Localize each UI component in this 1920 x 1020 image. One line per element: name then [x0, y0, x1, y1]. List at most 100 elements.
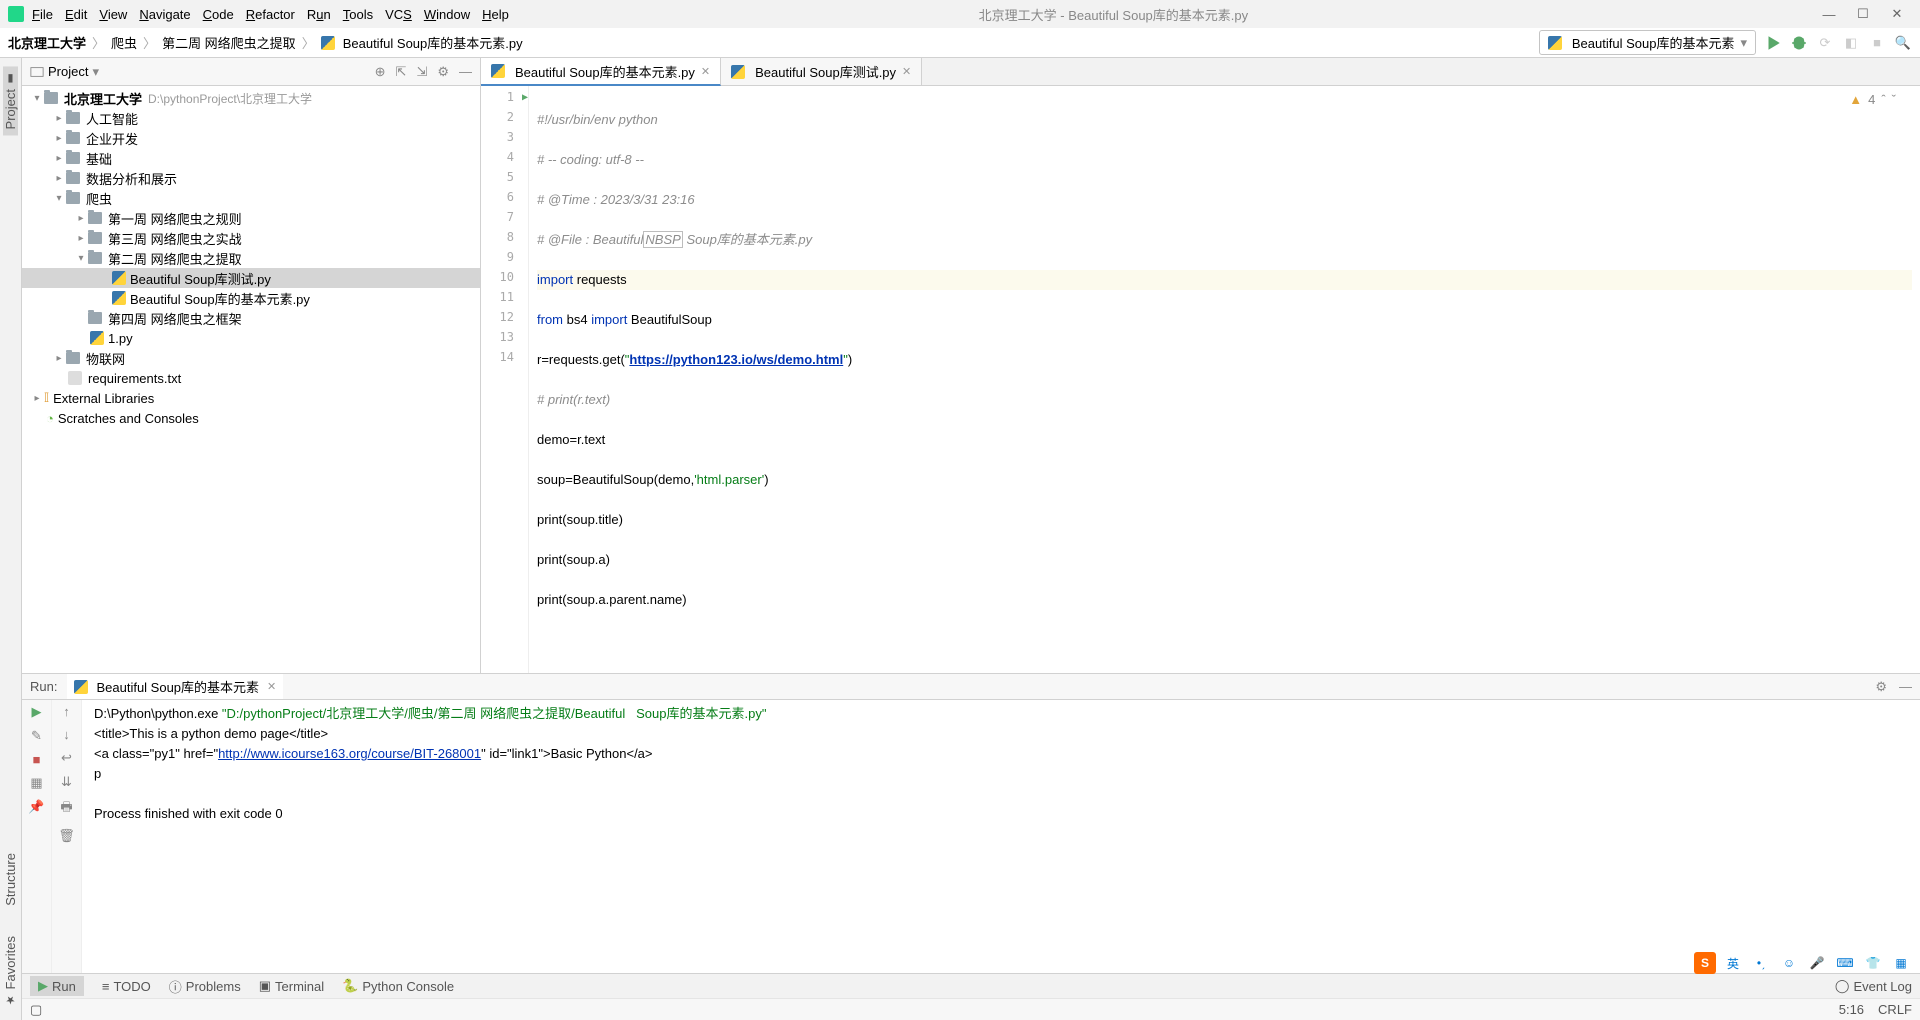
debug-button[interactable]	[1790, 34, 1808, 52]
tree-folder[interactable]: ▸企业开发	[22, 128, 480, 148]
tree-folder[interactable]: ▾爬虫	[22, 188, 480, 208]
ime-punct-icon[interactable]: •ˏ	[1750, 952, 1772, 974]
menu-run[interactable]: Run	[307, 7, 331, 22]
tree-external-libs[interactable]: ▸𝕀External Libraries	[22, 388, 480, 408]
breadcrumb-p2[interactable]: 爬虫	[111, 33, 137, 52]
ime-skin-icon[interactable]: 👕	[1862, 952, 1884, 974]
event-log-button[interactable]: ◯Event Log	[1835, 978, 1912, 994]
menu-window[interactable]: Window	[424, 7, 470, 22]
ime-keyboard-icon[interactable]: ⌨	[1834, 952, 1856, 974]
editor-body[interactable]: 1234567891011121314 #!/usr/bin/env pytho…	[481, 86, 1920, 673]
run-config-selector[interactable]: Beautiful Soup库的基本元素 ▾	[1539, 30, 1756, 55]
tree-root[interactable]: ▾北京理工大学D:\pythonProject\北京理工大学	[22, 88, 480, 108]
hide-icon[interactable]: —	[459, 64, 472, 80]
run-toolbar-2: ↑ ↓ ↩ ⇊ 🖶 🗑	[52, 700, 82, 973]
profile-button[interactable]: ◧	[1842, 34, 1860, 52]
gutter[interactable]: 1234567891011121314	[481, 86, 529, 673]
structure-tool-button[interactable]: Structure	[3, 847, 18, 912]
inspection-indicator[interactable]: ▲ 4 ˆ ˇ	[1849, 92, 1896, 107]
search-everywhere-button[interactable]: 🔍	[1894, 34, 1912, 52]
next-highlight-icon[interactable]: ˇ	[1892, 92, 1896, 107]
stop-button[interactable]: ■	[1868, 34, 1886, 52]
menu-file[interactable]: File	[32, 7, 53, 22]
tree-scratches[interactable]: ◔Scratches and Consoles	[22, 408, 480, 428]
breadcrumb-file[interactable]: Beautiful Soup库的基本元素.py	[343, 33, 523, 52]
ime-voice-icon[interactable]: 🎤	[1806, 952, 1828, 974]
tree-folder[interactable]: ▸第三周 网络爬虫之实战	[22, 228, 480, 248]
tree-folder[interactable]: ▸数据分析和展示	[22, 168, 480, 188]
todo-tool-button[interactable]: ≡TODO	[102, 979, 151, 994]
editor-tab[interactable]: Beautiful Soup库测试.py ✕	[721, 58, 922, 85]
close-tab-icon[interactable]: ✕	[902, 65, 911, 78]
rerun-icon[interactable]: ▶	[32, 704, 42, 720]
layout-icon[interactable]: ▦	[30, 775, 42, 791]
menu-refactor[interactable]: Refactor	[246, 7, 295, 22]
coverage-button[interactable]: ⟳	[1816, 34, 1834, 52]
favorites-tool-button[interactable]: ★ Favorites	[3, 930, 18, 1012]
tree-folder[interactable]: ▸基础	[22, 148, 480, 168]
stop-icon[interactable]: ■	[33, 752, 41, 767]
tab-label: Beautiful Soup库测试.py	[755, 62, 896, 81]
tree-file[interactable]: Beautiful Soup库的基本元素.py	[22, 288, 480, 308]
close-tab-icon[interactable]: ✕	[701, 65, 710, 78]
tree-file[interactable]: requirements.txt	[22, 368, 480, 388]
editor-tab-active[interactable]: Beautiful Soup库的基本元素.py✕	[481, 58, 721, 86]
tree-file[interactable]: Beautiful Soup库测试.py	[22, 268, 480, 288]
tree-folder[interactable]: ▾第二周 网络爬虫之提取	[22, 248, 480, 268]
run-tab[interactable]: Beautiful Soup库的基本元素✕	[67, 674, 283, 699]
line-separator[interactable]: CRLF	[1878, 1002, 1912, 1017]
project-panel-title[interactable]: Project	[48, 64, 88, 79]
tree-folder[interactable]: ▸人工智能	[22, 108, 480, 128]
chevron-right-icon: 〉	[90, 33, 107, 52]
collapse-all-icon[interactable]: ⇲	[416, 64, 427, 80]
project-tree[interactable]: ▾北京理工大学D:\pythonProject\北京理工大学 ▸人工智能 ▸企业…	[22, 86, 480, 673]
tree-file[interactable]: 1.py	[22, 328, 480, 348]
menu-help[interactable]: Help	[482, 7, 509, 22]
pin-icon[interactable]: 📌	[28, 799, 44, 815]
menu-view[interactable]: View	[99, 7, 127, 22]
settings-icon[interactable]: ⚙	[437, 64, 449, 80]
expand-all-icon[interactable]: ⇱	[396, 64, 407, 80]
breadcrumb-root[interactable]: 北京理工大学	[8, 33, 86, 52]
close-icon[interactable]: ✕	[1886, 3, 1908, 25]
menu-navigate[interactable]: Navigate	[139, 7, 190, 22]
scroll-end-icon[interactable]: ⇊	[61, 774, 72, 790]
minimize-icon[interactable]: —	[1818, 3, 1840, 25]
maximize-icon[interactable]: ☐	[1852, 3, 1874, 25]
tree-folder[interactable]: ▸第一周 网络爬虫之规则	[22, 208, 480, 228]
problems-tool-button[interactable]: ⓘProblems	[169, 977, 241, 996]
breadcrumb-p3[interactable]: 第二周 网络爬虫之提取	[162, 33, 296, 52]
menu-code[interactable]: Code	[203, 7, 234, 22]
tree-folder[interactable]: 第四周 网络爬虫之框架	[22, 308, 480, 328]
hide-icon[interactable]: —	[1899, 679, 1912, 695]
code-area[interactable]: #!/usr/bin/env python # -- coding: utf-8…	[529, 86, 1920, 673]
tree-folder[interactable]: ▸人工智能物联网	[22, 348, 480, 368]
console-link[interactable]: http://www.icourse163.org/course/BIT-268…	[218, 746, 481, 761]
console-output[interactable]: D:\Python\python.exe "D:/pythonProject/北…	[82, 700, 1920, 973]
run-button[interactable]	[1764, 34, 1782, 52]
terminal-tool-button[interactable]: ▣Terminal	[259, 978, 324, 994]
print-icon[interactable]: 🖶	[60, 798, 72, 820]
ime-lang-icon[interactable]: 英	[1722, 952, 1744, 974]
locate-icon[interactable]: ⊕	[375, 64, 386, 80]
settings-icon[interactable]: ⚙	[1875, 679, 1887, 695]
prev-highlight-icon[interactable]: ˆ	[1881, 92, 1885, 107]
caret-position[interactable]: 5:16	[1839, 1002, 1864, 1017]
soft-wrap-icon[interactable]: ↩	[61, 750, 72, 766]
ime-toolbox-icon[interactable]: ▦	[1890, 952, 1912, 974]
python-console-tool-button[interactable]: 🐍Python Console	[342, 978, 454, 994]
menu-vcs[interactable]: VCS	[385, 7, 412, 22]
up-icon[interactable]: ↑	[63, 704, 70, 719]
project-tool-button[interactable]: Project ▮	[3, 66, 18, 135]
ime-emoji-icon[interactable]: ☺	[1778, 952, 1800, 974]
menu-edit[interactable]: Edit	[65, 7, 87, 22]
clear-icon[interactable]: 🗑	[58, 828, 75, 844]
menu-tools[interactable]: Tools	[343, 7, 373, 22]
ime-sogou-icon[interactable]: S	[1694, 952, 1716, 974]
down-icon[interactable]: ↓	[63, 727, 70, 742]
edit-config-icon[interactable]: ✎	[31, 728, 42, 744]
close-tab-icon[interactable]: ✕	[267, 680, 276, 693]
chevron-down-icon[interactable]: ▾	[92, 64, 99, 80]
run-tool-button[interactable]: ▶Run	[30, 976, 84, 996]
status-widget-icon[interactable]: ▢	[30, 1002, 42, 1018]
